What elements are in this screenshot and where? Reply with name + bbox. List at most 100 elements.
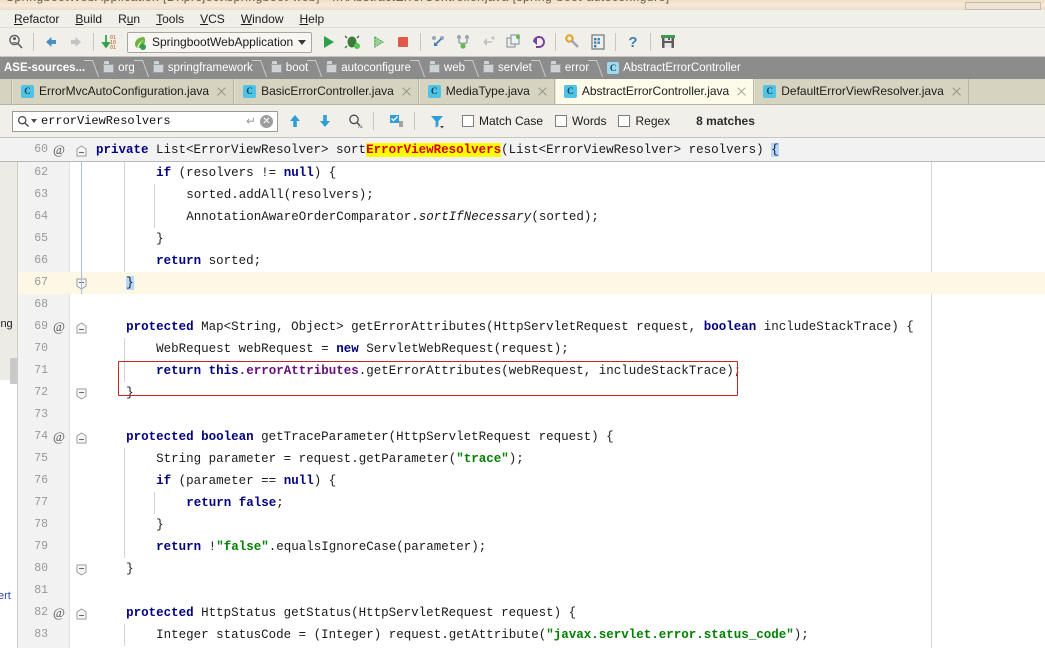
window-controls[interactable] [965, 2, 1041, 10]
close-icon[interactable] [537, 86, 548, 97]
copy-icon[interactable] [501, 30, 525, 54]
annotation-gutter-marker[interactable]: @ [52, 429, 66, 445]
regex-checkbox[interactable] [618, 115, 631, 127]
breadcrumb-item-boot[interactable]: boot [263, 57, 318, 79]
match-case-checkbox[interactable] [462, 115, 474, 127]
breadcrumb-item-web[interactable]: web [421, 57, 475, 79]
code-line-65[interactable]: 65} [0, 228, 1045, 250]
fold-handle-icon[interactable] [76, 431, 87, 444]
code-line-81[interactable]: 81 [0, 580, 1045, 602]
option-match-case[interactable]: Match Case [462, 114, 543, 128]
chevron-down-icon[interactable] [31, 119, 37, 123]
menu-item-vcs[interactable]: VCS [192, 11, 233, 27]
undo-icon[interactable] [526, 30, 550, 54]
run-configuration-selector[interactable]: SpringbootWebApplication [127, 31, 313, 53]
forward-icon[interactable] [64, 30, 88, 54]
select-all-occurrences-button[interactable] [383, 109, 409, 133]
breadcrumb-item-error[interactable]: error [542, 57, 599, 79]
words-checkbox[interactable] [555, 115, 568, 127]
search-input[interactable] [41, 114, 242, 128]
code-line-75[interactable]: 75 String parameter = request.getParamete… [0, 448, 1045, 470]
settings-icon[interactable] [561, 30, 585, 54]
code-line-64[interactable]: 64 AnnotationAwareOrderComparator.sortIfN… [0, 206, 1045, 228]
search-magnifier-icon[interactable] [17, 115, 37, 128]
code-text: if (parameter == null) { [156, 474, 337, 488]
tab-overflow-stub[interactable] [0, 79, 12, 104]
menu-item-refactor[interactable]: Refactor [6, 11, 67, 27]
find-all-button[interactable]: ALL [342, 109, 368, 133]
tab-AbstractErrorController[interactable]: C AbstractErrorController.java [554, 79, 755, 104]
code-line-63[interactable]: 63 sorted.addAll(resolvers); [0, 184, 1045, 206]
option-regex[interactable]: Regex [618, 114, 670, 128]
search-everywhere-icon[interactable] [4, 30, 28, 54]
code-line-71[interactable]: 71 return this.errorAttributes.getErrorAt… [0, 360, 1045, 382]
code-line-70[interactable]: 70 WebRequest webRequest = new ServletWeb… [0, 338, 1045, 360]
step-into-icon[interactable] [426, 30, 450, 54]
breadcrumb-item-autoconfigure[interactable]: autoconfigure [318, 57, 421, 79]
annotation-gutter-marker[interactable]: @ [52, 319, 66, 335]
help-icon[interactable]: ? [621, 30, 645, 54]
save-all-icon[interactable] [656, 30, 680, 54]
code-line-67[interactable]: 67} [0, 272, 1045, 294]
code-line-66[interactable]: 66 return sorted; [0, 250, 1045, 272]
option-words[interactable]: Words [555, 114, 606, 128]
fold-handle-icon[interactable] [76, 607, 87, 620]
annotation-gutter-marker[interactable]: @ [52, 142, 66, 158]
tab-MediaType[interactable]: C MediaType.java [418, 79, 555, 104]
run-with-coverage-button[interactable] [366, 30, 390, 54]
find-previous-button[interactable] [282, 109, 308, 133]
code-line-77[interactable]: 77 return false; [0, 492, 1045, 514]
menu-item-help[interactable]: Help [292, 11, 333, 27]
menu-item-tools[interactable]: Tools [148, 11, 192, 27]
fold-handle-icon[interactable] [76, 563, 87, 576]
sticky-context-line[interactable]: 60 @ private List<ErrorViewResolver> sor… [0, 138, 1045, 162]
menu-item-run[interactable]: Run [110, 11, 148, 27]
close-icon[interactable] [736, 86, 747, 97]
update-project-icon[interactable]: 01 10 01 [99, 30, 123, 54]
code-line-78[interactable]: 78} [0, 514, 1045, 536]
annotation-gutter-marker[interactable]: @ [52, 605, 66, 621]
code-line-82[interactable]: 82 @ protected HttpStatus getStatus(HttpSe… [0, 602, 1045, 624]
code-line-79[interactable]: 79 return !"false".equalsIgnoreCase(param… [0, 536, 1045, 558]
left-tool-panel-sliver[interactable]: ing ert [0, 162, 18, 648]
stop-button[interactable] [391, 30, 415, 54]
code-line-72[interactable]: 72} [0, 382, 1045, 404]
vcs-branch-icon[interactable] [451, 30, 475, 54]
code-line-62[interactable]: 62 if (resolvers != null) { [0, 162, 1045, 184]
fold-handle-icon[interactable] [76, 321, 87, 334]
fold-handle-icon[interactable] [76, 144, 87, 157]
menu-item-build[interactable]: Build [67, 11, 110, 27]
breadcrumb-item-class[interactable]: C AbstractErrorController [599, 57, 751, 79]
code-editor[interactable]: 62 if (resolvers != null) {63 sorted.addAl… [0, 162, 1045, 648]
menu-item-window[interactable]: Window [233, 11, 292, 27]
code-line-69[interactable]: 69 @ protected Map<String, Object> getErro… [0, 316, 1045, 338]
code-line-83[interactable]: 83 Integer statusCode = (Integer) request… [0, 624, 1045, 646]
search-field-wrapper[interactable]: ↵ ✕ [12, 110, 278, 132]
breadcrumb-item-org[interactable]: org [95, 57, 145, 79]
tab-DefaultErrorViewResolver[interactable]: C DefaultErrorViewResolver.java [754, 79, 969, 104]
close-icon[interactable] [401, 86, 412, 97]
back-icon[interactable] [39, 30, 63, 54]
chevron-down-icon[interactable] [298, 39, 307, 45]
step-out-icon[interactable] [476, 30, 500, 54]
close-icon[interactable] [216, 86, 227, 97]
breadcrumb-item-servlet[interactable]: servlet [475, 57, 542, 79]
breadcrumb-item-module[interactable]: ASE-sources... [0, 57, 95, 79]
fold-handle-icon[interactable] [76, 387, 87, 400]
code-line-74[interactable]: 74 @ protected boolean getTraceParameter(H… [0, 426, 1045, 448]
clear-icon[interactable]: ✕ [260, 114, 273, 128]
code-line-80[interactable]: 80} [0, 558, 1045, 580]
run-button[interactable] [316, 30, 340, 54]
filter-funnel-button[interactable] [424, 109, 450, 133]
project-structure-icon[interactable] [586, 30, 610, 54]
debug-button[interactable] [341, 30, 365, 54]
tab-BasicErrorController[interactable]: C BasicErrorController.java [234, 79, 419, 104]
code-line-73[interactable]: 73 [0, 404, 1045, 426]
tab-ErrorMvcAutoConfiguration[interactable]: C ErrorMvcAutoConfiguration.java [12, 79, 235, 104]
close-icon[interactable] [951, 86, 962, 97]
panel-scrollbar-thumb[interactable] [10, 358, 17, 384]
code-line-76[interactable]: 76 if (parameter == null) { [0, 470, 1045, 492]
find-next-button[interactable] [312, 109, 338, 133]
breadcrumb-item-springframework[interactable]: springframework [145, 57, 263, 79]
code-line-68[interactable]: 68 [0, 294, 1045, 316]
